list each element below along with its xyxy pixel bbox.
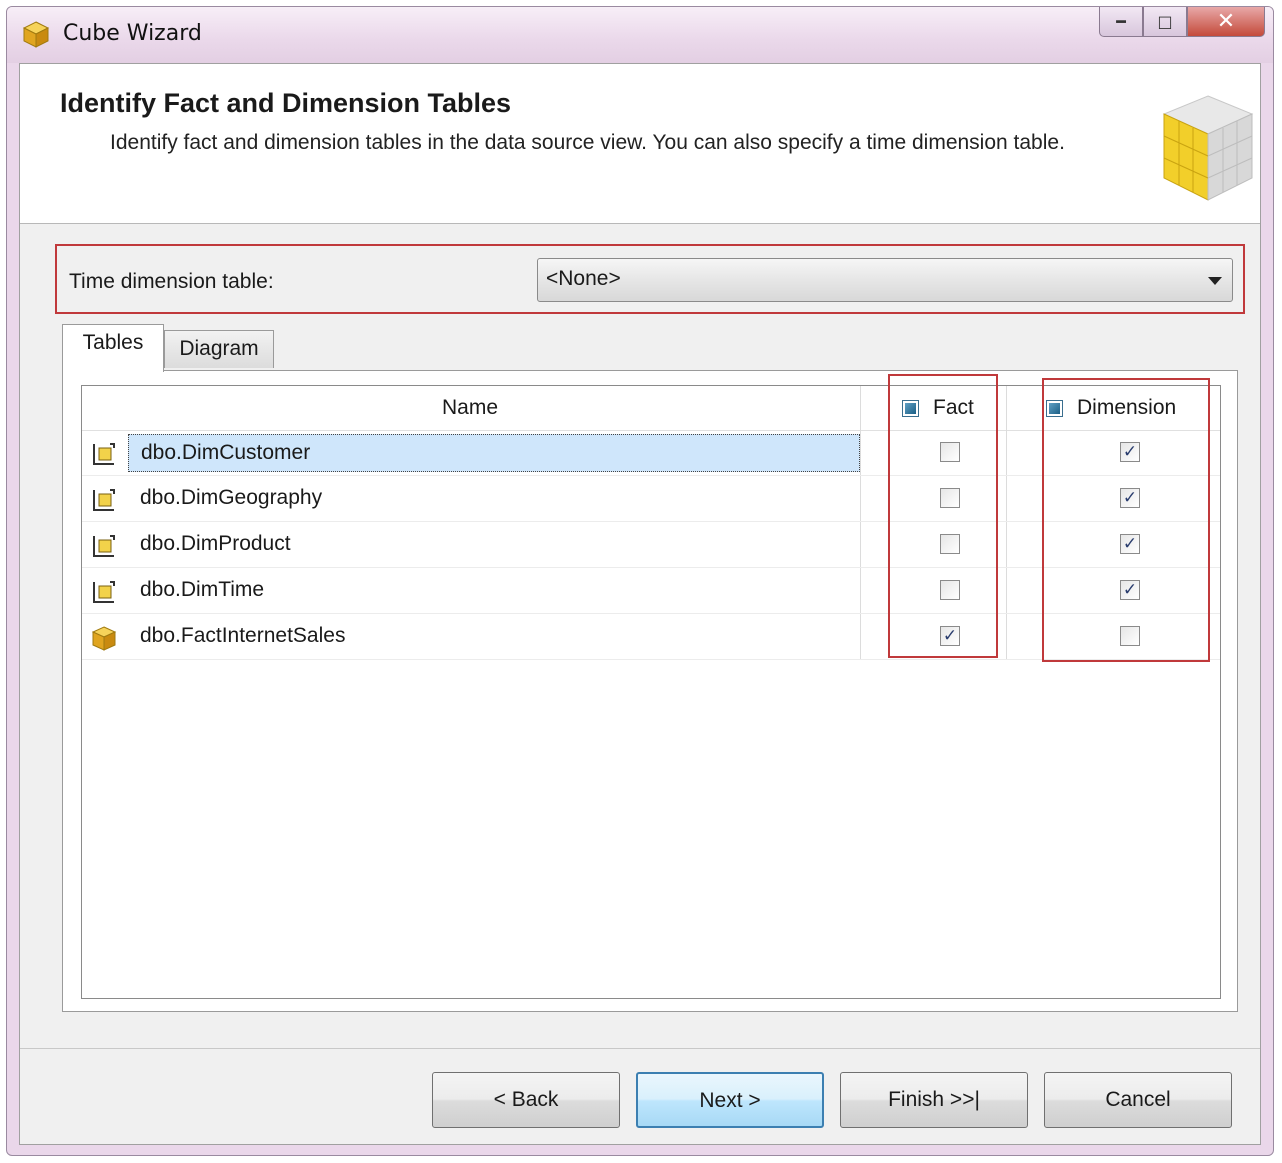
table-name[interactable]: dbo.FactInternetSales	[128, 618, 355, 656]
dropdown-arrow-icon[interactable]	[1208, 277, 1222, 285]
table-name[interactable]: dbo.DimCustomer	[128, 434, 860, 472]
back-button[interactable]: < Back	[432, 1072, 620, 1128]
tab-diagram[interactable]: Diagram	[164, 330, 274, 368]
table-name[interactable]: dbo.DimGeography	[128, 480, 332, 518]
dimension-table-icon	[93, 581, 115, 603]
minimize-icon: ━	[1116, 12, 1126, 31]
maximize-button[interactable]: □	[1143, 7, 1187, 37]
dimension-table-icon	[93, 489, 115, 511]
window-controls: ━ □ ✕	[1099, 7, 1265, 41]
cube-banner-icon	[1162, 95, 1254, 201]
finish-button[interactable]: Finish >>|	[840, 1072, 1028, 1128]
table-name[interactable]: dbo.DimTime	[128, 572, 274, 610]
page-subtitle: Identify fact and dimension tables in th…	[110, 131, 1065, 154]
maximize-icon: □	[1157, 12, 1173, 31]
time-dimension-value: <None>	[546, 267, 621, 290]
page-title: Identify Fact and Dimension Tables	[60, 88, 512, 118]
dimension-table-icon	[93, 535, 115, 557]
footer-divider	[20, 1048, 1260, 1049]
next-button[interactable]: Next >	[636, 1072, 824, 1128]
cancel-button[interactable]: Cancel	[1044, 1072, 1232, 1128]
fact-cube-icon	[91, 626, 117, 651]
close-button[interactable]: ✕	[1187, 7, 1265, 37]
fact-column-highlight	[888, 374, 998, 658]
name-column-header[interactable]: Name	[442, 396, 498, 420]
minimize-button[interactable]: ━	[1099, 7, 1143, 37]
dimension-table-icon	[93, 443, 115, 465]
dimension-column-highlight	[1042, 378, 1210, 662]
wizard-header: Identify Fact and Dimension Tables Ident…	[20, 64, 1260, 224]
time-dimension-label: Time dimension table:	[69, 270, 274, 293]
time-dimension-row: Time dimension table: <None>	[55, 244, 1245, 314]
title-bar[interactable]: Cube Wizard ━ □ ✕	[7, 7, 1273, 63]
cube-app-icon	[22, 21, 50, 48]
table-name[interactable]: dbo.DimProduct	[128, 526, 301, 564]
close-icon: ✕	[1216, 9, 1236, 34]
tab-tables[interactable]: Tables	[62, 324, 164, 372]
window-title: Cube Wizard	[63, 21, 202, 46]
time-dimension-select[interactable]: <None>	[537, 258, 1233, 302]
